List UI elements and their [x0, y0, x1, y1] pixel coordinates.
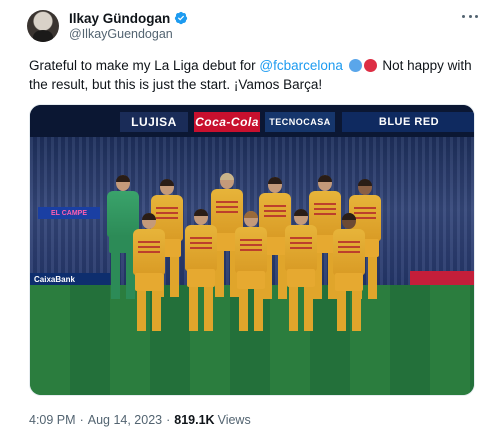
- ad-board-tecnocasa: TECNOCASA: [265, 112, 335, 132]
- ad-board-red: [410, 271, 474, 285]
- blue-circle-emoji-icon: [348, 59, 362, 72]
- meta-separator: ·: [79, 413, 84, 427]
- author-name-row: Ilkay Gündogan: [69, 10, 188, 26]
- more-options-icon[interactable]: [460, 8, 480, 24]
- tweet-meta: 4:09 PM · Aug 14, 2023 · 819.1K Views: [29, 412, 251, 428]
- tweet-card: Ilkay Gündogan @IlkayGuendogan Grateful …: [0, 0, 500, 440]
- meta-separator-2: ·: [166, 413, 171, 427]
- red-circle-emoji-icon: [363, 59, 377, 72]
- views-label: Views: [217, 413, 251, 427]
- ad-board-left: EL CAMPE: [38, 207, 100, 219]
- mention-link[interactable]: @fcbarcelona: [259, 58, 343, 73]
- verified-badge-icon: [175, 11, 188, 25]
- tweet-time[interactable]: 4:09 PM: [29, 413, 76, 427]
- tweet-text-start: Grateful to make my La Liga debut for: [29, 58, 260, 73]
- author-handle[interactable]: @IlkayGuendogan: [69, 27, 173, 41]
- tweet-text: Grateful to make my La Liga debut for @f…: [29, 56, 474, 94]
- author-display-name[interactable]: Ilkay Gündogan: [69, 11, 170, 26]
- ad-board-caixabank: CaixaBank: [30, 273, 110, 285]
- tweet-photo[interactable]: LUJISA Coca-Cola TECNOCASA BLUE RED EL C…: [29, 104, 475, 396]
- ad-board-coca-cola: Coca-Cola: [194, 112, 260, 132]
- avatar[interactable]: [27, 10, 59, 42]
- tweet-date[interactable]: Aug 14, 2023: [88, 413, 162, 427]
- ad-board-blue-red: BLUE RED: [342, 112, 474, 132]
- views-count[interactable]: 819.1K: [174, 413, 214, 427]
- stadium-ad-band: LUJISA Coca-Cola TECNOCASA BLUE RED: [30, 105, 474, 137]
- ad-board-lujisa: LUJISA: [120, 112, 188, 132]
